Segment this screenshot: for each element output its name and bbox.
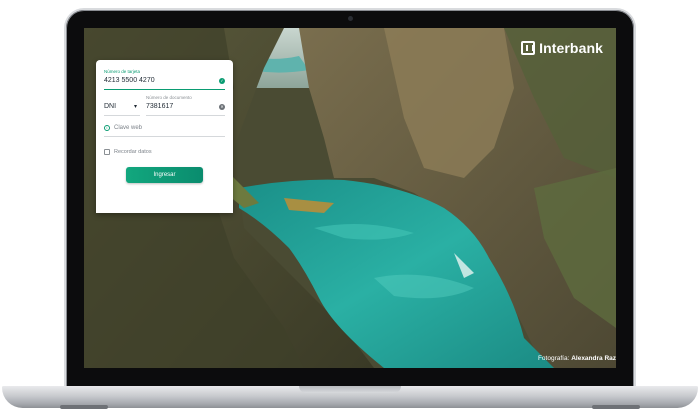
login-button[interactable]: Ingresar xyxy=(126,167,203,183)
password-field[interactable]: i Clave web xyxy=(104,122,225,138)
chevron-down-icon[interactable]: ▾ xyxy=(134,103,137,110)
brand-name: Interbank xyxy=(539,40,603,56)
card-footer: Regístrate Olvidé mi clave web Ayuda xyxy=(96,196,233,214)
card-number-value[interactable]: 4213 5500 4270 xyxy=(104,77,155,84)
remember-row[interactable]: Recordar datos xyxy=(104,148,225,158)
divider xyxy=(198,201,200,209)
login-card: Número de tarjeta 4213 5500 4270 ✓ DNI ▾… xyxy=(96,60,233,213)
remember-checkbox[interactable] xyxy=(104,149,110,155)
help-link[interactable]: Ayuda xyxy=(205,202,221,208)
screen: Interbank Número de tarjeta 4213 5500 42… xyxy=(84,28,616,368)
laptop-foot-right xyxy=(592,405,640,409)
password-placeholder: Clave web xyxy=(114,125,143,131)
document-row: DNI ▾ Número de documento 7381617 ✕ xyxy=(104,95,225,117)
brand-logo: Interbank xyxy=(521,40,603,56)
photo-credit-author: Alexandra Raz xyxy=(571,355,616,362)
card-number-field[interactable]: Número de tarjeta 4213 5500 4270 ✓ xyxy=(104,69,225,91)
interbank-logo-icon xyxy=(521,41,536,55)
document-type-select[interactable]: DNI xyxy=(104,103,116,110)
card-number-underline xyxy=(104,89,225,90)
remember-label: Recordar datos xyxy=(114,149,152,155)
camera-icon xyxy=(348,16,353,21)
document-type-underline xyxy=(104,115,140,116)
document-number-label: Número de documento xyxy=(146,95,192,100)
photo-credit: Fotografía: Alexandra Raz xyxy=(538,355,616,362)
check-icon: ✓ xyxy=(219,78,225,84)
laptop-base-notch xyxy=(299,386,401,393)
document-number-underline xyxy=(146,115,225,116)
password-underline xyxy=(104,136,225,137)
forgot-password-link[interactable]: Olvidé mi clave web xyxy=(145,202,194,208)
document-number-value[interactable]: 7381617 xyxy=(146,103,173,110)
register-link[interactable]: Regístrate xyxy=(109,202,134,208)
photo-credit-prefix: Fotografía: xyxy=(537,355,570,362)
divider xyxy=(138,201,140,209)
laptop-foot-left xyxy=(60,405,108,409)
card-number-label: Número de tarjeta xyxy=(104,69,141,74)
clear-icon[interactable]: ✕ xyxy=(219,104,225,110)
info-icon: i xyxy=(104,125,110,131)
